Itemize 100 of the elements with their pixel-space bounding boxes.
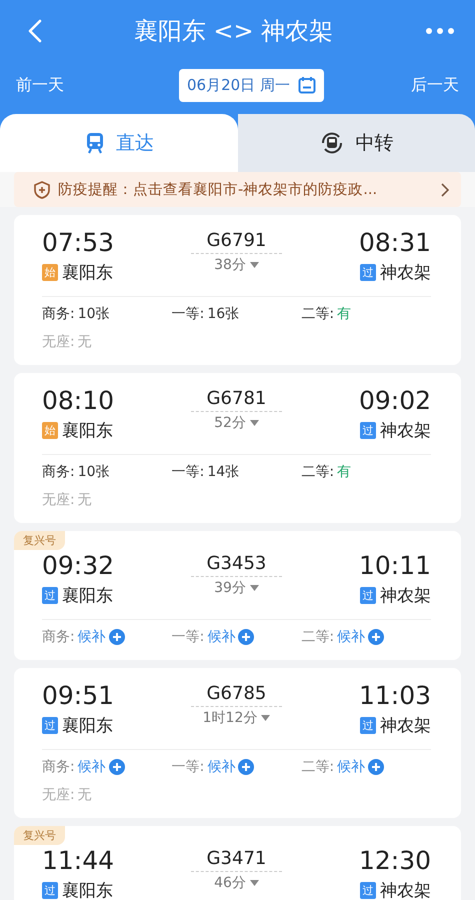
- stop-badge: 过: [360, 717, 376, 734]
- duration-dropdown[interactable]: 1时12分: [202, 709, 270, 727]
- stop-badge: 过: [42, 882, 58, 899]
- stop-badge: 始: [42, 264, 58, 281]
- seat-class-label: 无座:: [42, 786, 75, 804]
- seat-availability: 16张: [207, 305, 240, 323]
- duration-dropdown[interactable]: 52分: [214, 414, 259, 432]
- page-title: 襄阳东 <> 神农架: [134, 16, 334, 47]
- more-icon: [424, 27, 455, 35]
- duration-dropdown[interactable]: 38分: [214, 256, 259, 274]
- train-type-tag: 复兴号: [14, 531, 65, 550]
- caret-down-icon: [250, 262, 259, 268]
- seat-availability: 候补: [78, 758, 106, 776]
- seat-availability: 无: [78, 491, 92, 509]
- seat-class-label: 二等:: [301, 305, 334, 323]
- arrival-time: 12:30: [358, 845, 431, 877]
- caret-down-icon: [261, 715, 270, 721]
- seat-availability: 10张: [78, 305, 110, 323]
- plus-circle-icon: [368, 759, 384, 775]
- next-day-button[interactable]: 后一天: [402, 68, 467, 102]
- seat-availability: 10张: [78, 463, 110, 481]
- stop-badge: 始: [42, 422, 58, 439]
- stop-badge: 过: [360, 882, 376, 899]
- prev-day-button[interactable]: 前一天: [8, 68, 72, 102]
- seat-class-label: 商务:: [42, 628, 75, 646]
- station-name: 神农架: [380, 585, 431, 607]
- seat-availability: 无: [78, 333, 92, 351]
- seat-availability: 候补: [337, 628, 366, 646]
- stop-badge: 过: [42, 587, 58, 604]
- departure-time: 09:51: [42, 680, 114, 712]
- seat-class-label: 二等:: [301, 628, 334, 646]
- seat-availability: 候补: [207, 628, 236, 646]
- station-name: 神农架: [380, 420, 431, 442]
- seat-availability: 无: [78, 786, 92, 804]
- tab[interactable]: 直达: [0, 114, 238, 172]
- tab[interactable]: 中转: [238, 114, 475, 172]
- caret-down-icon: [250, 420, 259, 426]
- arrival-time: 10:11: [358, 550, 431, 582]
- stop-badge: 过: [360, 264, 376, 281]
- seat-availability: 14张: [207, 463, 240, 481]
- station-name: 襄阳东: [62, 262, 113, 284]
- departure-time: 08:10: [42, 385, 114, 417]
- date-picker[interactable]: 06月20日 周一: [179, 68, 324, 102]
- seat-class-label: 商务:: [42, 305, 75, 323]
- station-name: 神农架: [380, 715, 431, 737]
- arrival-time: 11:03: [358, 680, 431, 712]
- train-number: G6785: [190, 683, 282, 707]
- seat-availability: 有: [337, 305, 352, 323]
- train-number: G6791: [190, 230, 282, 254]
- seat-class-label: 商务:: [42, 463, 75, 481]
- seat-class-label: 无座:: [42, 491, 75, 509]
- train-number: G3471: [190, 848, 282, 872]
- train-card[interactable]: 复兴号 09:32 过 襄阳东 G3453 39分 10:11 过 神农架 商务: 候补 一等: 候补 二等: 候补: [14, 531, 461, 660]
- chevron-right-icon: [441, 182, 449, 196]
- train-card[interactable]: 09:51 过 襄阳东 G6785 1时12分 11:03 过 神农架 商务: 候补 一等: 候补 二等: 候补 无座: 无: [14, 668, 461, 818]
- seat-class-label: 一等:: [172, 758, 204, 776]
- departure-time: 07:53: [42, 227, 114, 259]
- arrival-time: 09:02: [358, 385, 431, 417]
- stop-badge: 过: [42, 717, 58, 734]
- duration-dropdown[interactable]: 46分: [214, 874, 259, 892]
- back-icon: [28, 19, 42, 43]
- seat-class-label: 一等:: [172, 305, 204, 323]
- train-card[interactable]: 08:10 始 襄阳东 G6781 52分 09:02 过 神农架 商务: 10张 一等: 14张 二等: 有 无座: 无: [14, 373, 461, 523]
- calendar-icon: [298, 76, 316, 94]
- seat-class-label: 一等:: [172, 463, 204, 481]
- stop-badge: 过: [360, 587, 376, 604]
- arrival-time: 08:31: [358, 227, 431, 259]
- shield-icon: [34, 180, 50, 198]
- train-type-tag: 复兴号: [14, 826, 65, 845]
- seat-class-label: 二等:: [301, 758, 334, 776]
- duration-dropdown[interactable]: 39分: [214, 579, 259, 597]
- plus-circle-icon: [238, 629, 254, 645]
- train-number: G6781: [190, 388, 282, 412]
- plus-circle-icon: [238, 759, 254, 775]
- notice-banner[interactable]: 防疫提醒：点击查看襄阳市-神农架市的防疫政...: [14, 172, 461, 207]
- departure-time: 09:32: [42, 550, 114, 582]
- station-name: 襄阳东: [62, 585, 113, 607]
- plus-circle-icon: [108, 759, 125, 775]
- seat-availability: 候补: [78, 628, 106, 646]
- train-card[interactable]: 07:53 始 襄阳东 G6791 38分 08:31 过 神农架 商务: 10张 一等: 16张 二等: 有 无座: 无: [14, 215, 461, 365]
- station-name: 襄阳东: [62, 420, 113, 442]
- caret-down-icon: [250, 585, 259, 591]
- station-name: 襄阳东: [62, 880, 113, 900]
- seat-class-label: 二等:: [301, 463, 334, 481]
- stop-badge: 过: [360, 422, 376, 439]
- seat-availability: 有: [337, 463, 352, 481]
- caret-down-icon: [250, 880, 259, 886]
- seat-class-label: 商务:: [42, 758, 75, 776]
- seat-class-label: 一等:: [172, 628, 204, 646]
- plus-circle-icon: [368, 629, 384, 645]
- seat-class-label: 无座:: [42, 333, 75, 351]
- station-name: 襄阳东: [62, 715, 113, 737]
- station-name: 神农架: [380, 880, 431, 900]
- plus-circle-icon: [108, 629, 125, 645]
- train-card[interactable]: 复兴号 11:44 过 襄阳东 G3471 46分 12:30 过 神农架: [14, 826, 461, 900]
- seat-availability: 候补: [207, 758, 236, 776]
- station-name: 神农架: [380, 262, 431, 284]
- departure-time: 11:44: [42, 845, 114, 877]
- train-number: G3453: [190, 553, 282, 577]
- seat-availability: 候补: [337, 758, 366, 776]
